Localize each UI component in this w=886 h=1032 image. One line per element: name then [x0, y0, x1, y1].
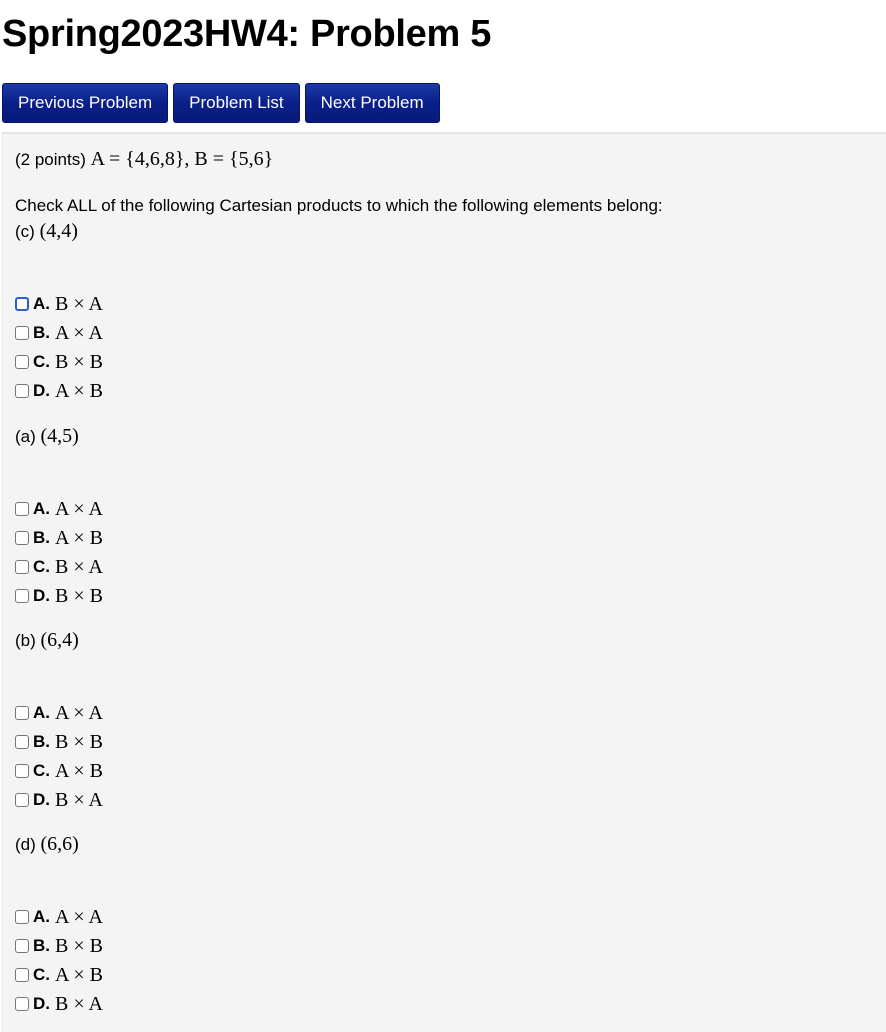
part-label: (a) [15, 427, 36, 446]
part-element: (4,5) [40, 425, 79, 447]
checkbox[interactable] [15, 793, 29, 807]
option-row[interactable]: D. B × A [15, 787, 103, 813]
option-text: A × A [55, 497, 103, 520]
option-letter: B. [33, 528, 50, 547]
part-element: (6,6) [40, 833, 79, 855]
part-heading: (c) (4,4) [15, 220, 78, 243]
option-row[interactable]: D. A × B [15, 378, 103, 404]
checkbox[interactable] [15, 384, 29, 398]
instruction-text: Check ALL of the following Cartesian pro… [15, 196, 663, 215]
option-text: B × A [55, 992, 103, 1015]
option-row[interactable]: D. B × A [15, 991, 103, 1017]
option-row[interactable]: B. A × B [15, 525, 103, 551]
part-element: (4,4) [39, 220, 78, 242]
option-letter: B. [33, 732, 50, 751]
option-text: B × B [55, 934, 103, 957]
option-row[interactable]: B. B × B [15, 729, 103, 755]
checkbox[interactable] [15, 560, 29, 574]
option-text: A × B [55, 379, 103, 402]
page-title: Spring2023HW4: Problem 5 [2, 13, 492, 55]
option-letter: D. [33, 790, 50, 809]
option-row[interactable]: C. A × B [15, 962, 103, 988]
option-row[interactable]: B. B × B [15, 933, 103, 959]
checkbox[interactable] [15, 939, 29, 953]
option-letter: D. [33, 994, 50, 1013]
option-text: A × A [55, 905, 103, 928]
option-letter: D. [33, 586, 50, 605]
option-row[interactable]: A. A × A [15, 496, 103, 522]
part-label: (b) [15, 631, 36, 650]
checkbox[interactable] [15, 589, 29, 603]
checkbox[interactable] [15, 297, 29, 311]
part-heading: (d) (6,6) [15, 833, 79, 856]
option-text: B × A [55, 788, 103, 811]
checkbox[interactable] [15, 735, 29, 749]
problem-list-button[interactable]: Problem List [173, 83, 300, 123]
part-heading: (b) (6,4) [15, 629, 79, 652]
part-label: (d) [15, 835, 36, 854]
option-row[interactable]: B. A × A [15, 320, 103, 346]
checkbox[interactable] [15, 502, 29, 516]
checkbox[interactable] [15, 355, 29, 369]
option-letter: A. [33, 703, 50, 722]
option-letter: B. [33, 323, 50, 342]
option-row[interactable]: A. A × A [15, 904, 103, 930]
problem-header: (2 points) A = {4,6,8}, B = {5,6} [15, 148, 273, 171]
option-letter: C. [33, 761, 50, 780]
option-row[interactable]: C. B × B [15, 349, 103, 375]
option-text: A × B [55, 963, 103, 986]
part-element: (6,4) [40, 629, 79, 651]
next-problem-button[interactable]: Next Problem [304, 83, 440, 123]
option-letter: C. [33, 557, 50, 576]
checkbox[interactable] [15, 910, 29, 924]
checkbox[interactable] [15, 968, 29, 982]
checkbox[interactable] [15, 997, 29, 1011]
part-heading: (a) (4,5) [15, 425, 79, 448]
checkbox[interactable] [15, 531, 29, 545]
problem-navigation: Previous Problem Problem List Next Probl… [2, 83, 440, 123]
option-letter: A. [33, 499, 50, 518]
option-text: A × A [55, 321, 103, 344]
option-letter: A. [33, 294, 50, 313]
option-row[interactable]: A. B × A [15, 291, 103, 317]
checkbox[interactable] [15, 706, 29, 720]
option-letter: C. [33, 352, 50, 371]
option-letter: A. [33, 907, 50, 926]
option-text: B × A [55, 555, 103, 578]
option-text: B × B [55, 350, 103, 373]
option-text: B × A [55, 292, 103, 315]
checkbox[interactable] [15, 764, 29, 778]
set-definitions: A = {4,6,8}, B = {5,6} [90, 148, 274, 170]
part-label: (c) [15, 222, 35, 241]
option-letter: C. [33, 965, 50, 984]
problem-panel: (2 points) A = {4,6,8}, B = {5,6} Check … [2, 132, 886, 1032]
option-text: A × A [55, 701, 103, 724]
previous-problem-button[interactable]: Previous Problem [2, 83, 169, 123]
option-text: A × B [55, 526, 103, 549]
option-row[interactable]: C. B × A [15, 554, 103, 580]
option-row[interactable]: A. A × A [15, 700, 103, 726]
option-text: B × B [55, 584, 103, 607]
option-letter: D. [33, 381, 50, 400]
checkbox[interactable] [15, 326, 29, 340]
option-letter: B. [33, 936, 50, 955]
option-text: A × B [55, 759, 103, 782]
option-row[interactable]: D. B × B [15, 583, 103, 609]
points-label: (2 points) [15, 150, 86, 169]
option-row[interactable]: C. A × B [15, 758, 103, 784]
option-text: B × B [55, 730, 103, 753]
